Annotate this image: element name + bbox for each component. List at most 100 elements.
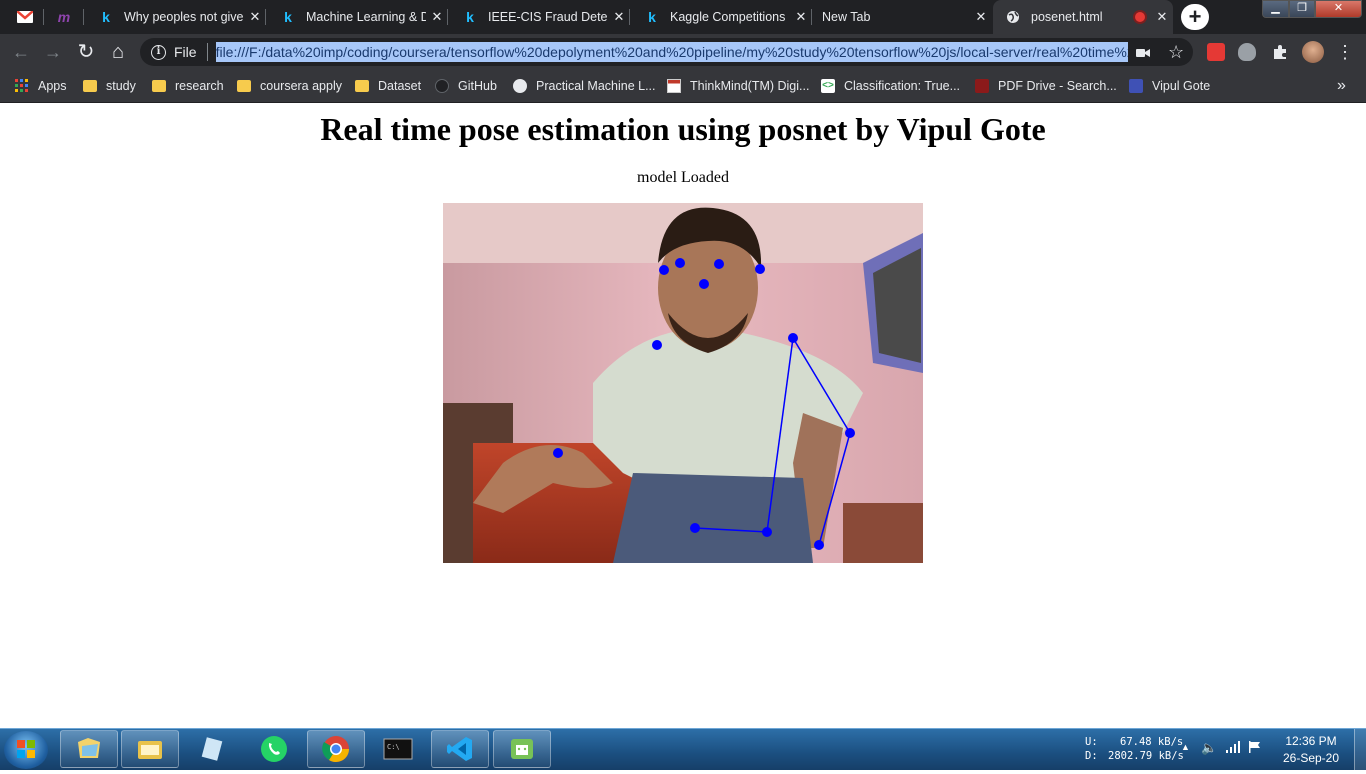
start-button[interactable] — [4, 731, 48, 769]
close-window-button[interactable]: ✕ — [1315, 0, 1362, 18]
bookmark-pdf-drive[interactable]: PDF Drive - Search... — [975, 70, 1117, 102]
reload-button[interactable]: ↻ — [71, 37, 101, 67]
webcam-pose-canvas — [443, 203, 923, 563]
whatsapp-icon[interactable] — [245, 730, 303, 768]
action-center-flag-icon[interactable] — [1248, 740, 1262, 759]
bookmarks-bar: Apps study research coursera apply Datas… — [0, 70, 1366, 103]
bookmark-study[interactable]: study — [83, 70, 136, 102]
vscode-icon[interactable] — [431, 730, 489, 768]
bookmark-classification[interactable]: <> Classification: True... — [821, 70, 960, 102]
apps-grid-icon — [15, 79, 29, 93]
site-icon — [1129, 79, 1143, 93]
bookmark-star-icon[interactable]: ☆ — [1168, 42, 1184, 63]
pose-keypoint — [788, 333, 798, 343]
bookmark-label: Apps — [38, 79, 67, 93]
tab-title: New Tab — [822, 10, 871, 24]
bookmark-label: research — [175, 79, 224, 93]
pose-keypoint — [714, 259, 724, 269]
close-icon[interactable]: ✕ — [608, 9, 630, 25]
close-icon[interactable]: ✕ — [426, 9, 448, 25]
notepad-icon[interactable] — [183, 730, 241, 768]
pose-keypoint — [814, 540, 824, 550]
cmd-icon[interactable]: C:\ — [369, 730, 427, 768]
close-icon[interactable]: ✕ — [1151, 9, 1173, 25]
bookmark-apps[interactable]: Apps — [15, 70, 67, 102]
globe-icon — [513, 79, 527, 93]
tab-title: Why peoples not give — [124, 10, 244, 24]
menu-kebab-icon[interactable]: ⋮ — [1330, 37, 1360, 67]
puzzle-icon[interactable] — [1271, 43, 1289, 61]
close-icon[interactable]: ✕ — [790, 9, 812, 25]
upload-label: U: — [1085, 736, 1098, 748]
avatar[interactable] — [1302, 41, 1324, 63]
bookmark-vipul-gote[interactable]: Vipul Gote — [1129, 70, 1210, 102]
pose-keypoint — [762, 527, 772, 537]
bookmarks-overflow-button[interactable]: » — [1337, 70, 1346, 102]
bookmark-research[interactable]: research — [152, 70, 224, 102]
folder-icon — [355, 80, 369, 92]
folder-icon — [152, 80, 166, 92]
tab-m[interactable]: m — [44, 0, 84, 34]
address-bar[interactable]: i File file:///F:/data%20imp/coding/cour… — [140, 38, 1193, 66]
upload-speed: 67.48 kB/s — [1120, 736, 1184, 748]
bookmark-label: coursera apply — [260, 79, 342, 93]
chrome-icon[interactable] — [307, 730, 365, 768]
extension-red-icon[interactable] — [1207, 43, 1225, 61]
maximize-button[interactable]: ❐ — [1289, 0, 1315, 18]
clock-time[interactable]: 12:36 PM — [1276, 734, 1346, 748]
pose-keypoint — [755, 264, 765, 274]
bookmark-label: Dataset — [378, 79, 422, 93]
github-icon — [435, 79, 449, 93]
kaggle-icon: k — [102, 9, 110, 25]
file-manager-icon[interactable] — [121, 730, 179, 768]
info-icon[interactable]: i — [151, 44, 166, 60]
back-button[interactable]: ← — [6, 37, 36, 67]
bookmark-coursera-apply[interactable]: coursera apply — [237, 70, 342, 102]
tab-new-tab[interactable]: New Tab ✕ — [812, 0, 992, 34]
tab-ieee-fraud[interactable]: k IEEE-CIS Fraud Detecti ✕ — [450, 0, 630, 34]
windows-logo-icon — [17, 740, 35, 758]
bookmark-thinkmind[interactable]: ThinkMind(TM) Digi... — [667, 70, 809, 102]
pose-keypoint — [690, 523, 700, 533]
bookmark-label: GitHub — [458, 79, 497, 93]
camera-icon[interactable] — [1136, 45, 1150, 61]
windows-explorer-icon[interactable] — [60, 730, 118, 768]
show-desktop-button[interactable] — [1354, 729, 1366, 770]
download-label: D: — [1085, 750, 1098, 762]
tab-gmail[interactable] — [0, 0, 44, 34]
bookmark-label: PDF Drive - Search... — [998, 79, 1117, 93]
url-text[interactable]: file:///F:/data%20imp/coding/coursera/te… — [215, 42, 1128, 62]
pose-keypoint — [699, 279, 709, 289]
system-tray: U: 67.48 kB/s D: 2802.79 kB/s ▲ 🔈 12:36 … — [1080, 729, 1366, 770]
globe-icon — [1005, 9, 1021, 25]
bookmark-github[interactable]: GitHub — [435, 70, 497, 102]
minimize-button[interactable]: ▁ — [1262, 0, 1289, 18]
tab-title: Kaggle Competitions — [670, 10, 786, 24]
bookmark-label: Classification: True... — [844, 79, 961, 93]
forward-button[interactable]: → — [38, 37, 68, 67]
page-title: Real time pose estimation using posnet b… — [320, 111, 1046, 147]
new-tab-button[interactable]: + — [1181, 4, 1209, 30]
tab-title: Machine Learning & D — [306, 10, 426, 24]
bookmark-practical-ml[interactable]: Practical Machine L... — [513, 70, 656, 102]
close-icon[interactable]: ✕ — [970, 9, 992, 25]
home-button[interactable]: ⌂ — [103, 37, 133, 67]
bookmark-dataset[interactable]: Dataset — [355, 70, 421, 102]
google-dev-icon: <> — [821, 79, 835, 93]
close-icon[interactable]: ✕ — [244, 9, 266, 25]
pose-keypoint — [675, 258, 685, 268]
volume-icon[interactable]: 🔈 — [1201, 740, 1217, 756]
tab-machine-learning[interactable]: k Machine Learning & D ✕ — [268, 0, 448, 34]
shield-icon[interactable] — [1238, 43, 1256, 61]
tab-posenet[interactable]: posenet.html ✕ — [993, 0, 1173, 34]
bookmark-label: Practical Machine L... — [536, 79, 656, 93]
tab-kaggle-competitions[interactable]: k Kaggle Competitions ✕ — [632, 0, 812, 34]
page-content: Real time pose estimation using posnet b… — [0, 103, 1366, 728]
model-status-text: model Loaded — [637, 169, 729, 186]
show-hidden-icons-icon[interactable]: ▲ — [1181, 742, 1190, 752]
svg-text:C:\: C:\ — [387, 743, 400, 751]
network-signal-icon[interactable] — [1225, 740, 1241, 759]
tab-why-peoples[interactable]: k Why peoples not give ✕ — [86, 0, 266, 34]
android-studio-icon[interactable] — [493, 730, 551, 768]
clock-date[interactable]: 26-Sep-20 — [1276, 751, 1346, 765]
